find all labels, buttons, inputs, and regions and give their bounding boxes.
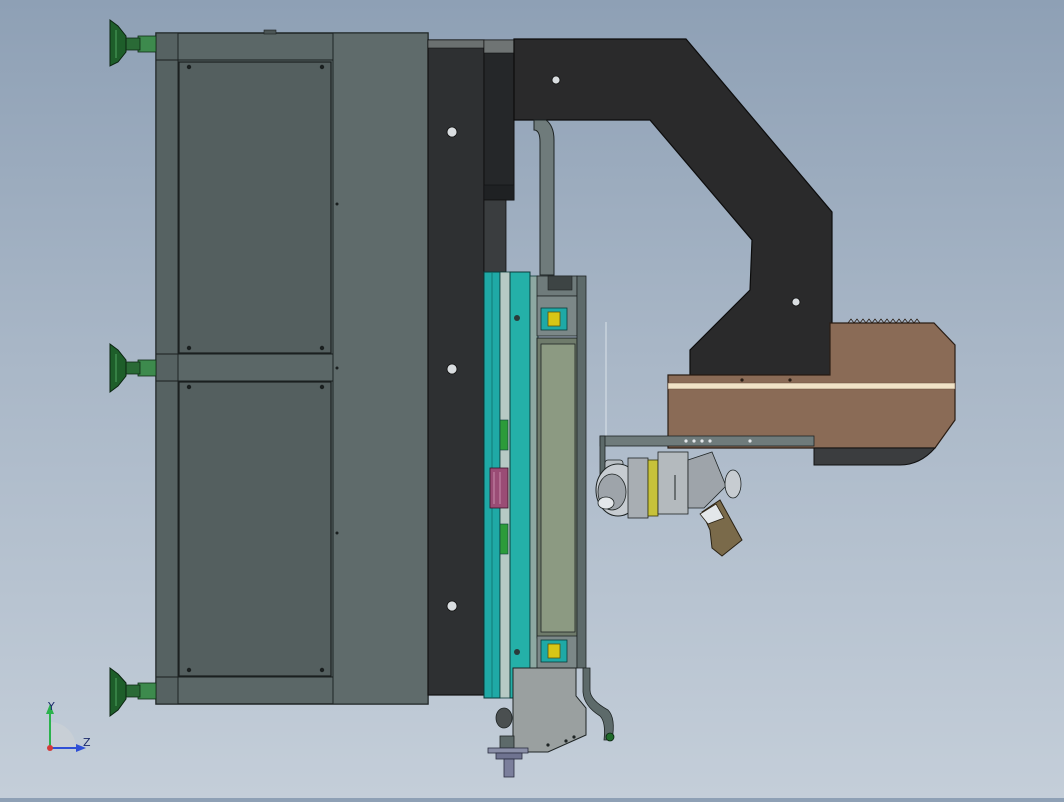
cable-conduit xyxy=(533,119,555,276)
cad-viewport[interactable]: Y Z xyxy=(0,0,1064,798)
assembly-drawing[interactable]: Y Z xyxy=(0,0,1064,798)
leveling-foot-bottom[interactable] xyxy=(109,667,157,717)
carriage[interactable] xyxy=(536,275,607,669)
leveling-foot-middle[interactable] xyxy=(109,343,157,393)
linear-slide-rail[interactable] xyxy=(483,271,539,699)
lower-access-panel xyxy=(178,381,332,677)
y-axis-label: Y xyxy=(47,700,55,713)
leveling-foot-top[interactable] xyxy=(109,19,157,67)
z-axis-label: Z xyxy=(83,736,91,749)
upper-access-panel xyxy=(178,61,332,354)
coordinate-triad: Y Z xyxy=(46,700,91,752)
main-frame[interactable] xyxy=(155,29,429,705)
torch-nozzle[interactable] xyxy=(699,499,743,557)
